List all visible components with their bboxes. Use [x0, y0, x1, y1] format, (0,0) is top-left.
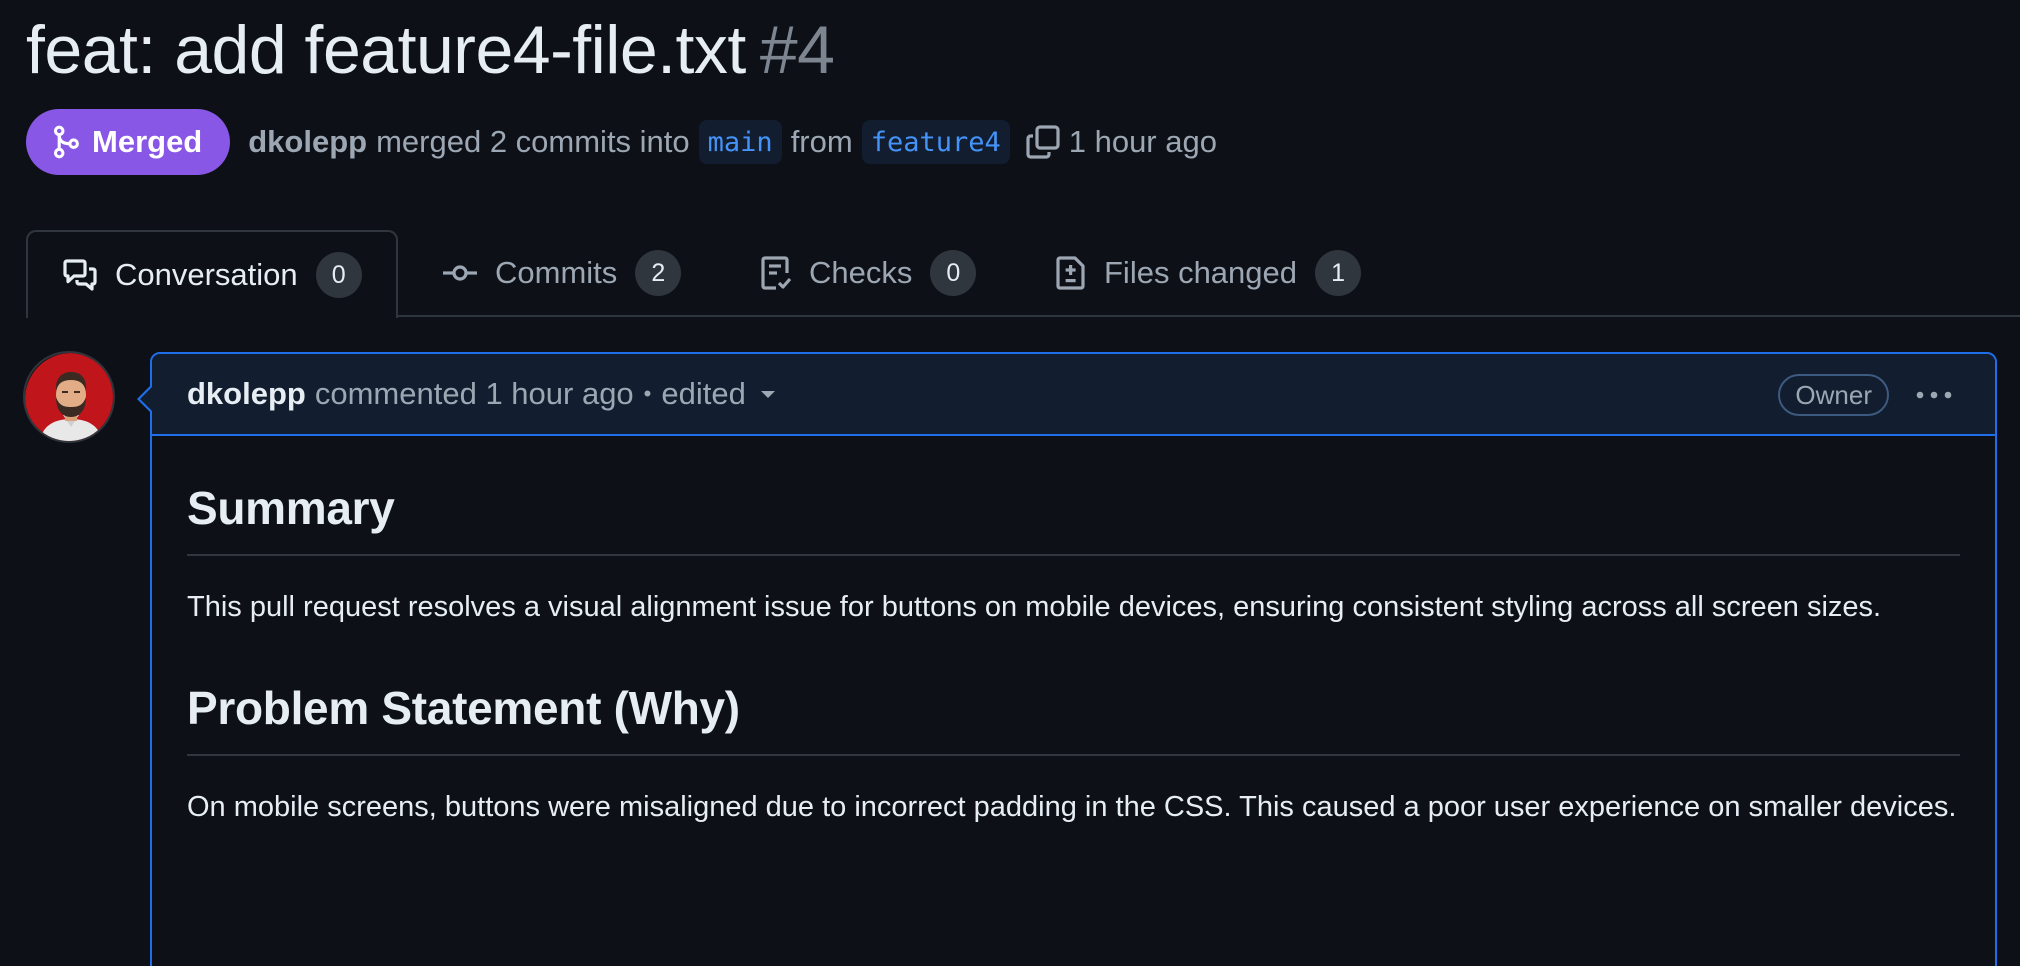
- comment-discussion-icon: [63, 259, 97, 291]
- git-merge-icon: [53, 125, 79, 159]
- comment-action: commented: [314, 376, 477, 411]
- pr-author-link[interactable]: dkolepp: [248, 124, 367, 160]
- kebab-menu-icon[interactable]: [1915, 378, 1953, 412]
- pr-title-text: feat: add feature4-file.txt: [26, 12, 746, 88]
- tab-checks-count: 0: [930, 250, 977, 296]
- comment-body: Summary This pull request resolves a vis…: [187, 436, 1960, 830]
- section-text-summary: This pull request resolves a visual alig…: [187, 591, 1882, 623]
- pr-number: #4: [759, 12, 835, 88]
- owner-badge: Owner: [1778, 374, 1889, 416]
- comment-header: dkolepp commented 1 hour ago • edited Ow…: [152, 354, 1995, 436]
- head-branch-link[interactable]: feature4: [861, 120, 1010, 164]
- base-branch-link[interactable]: main: [698, 120, 782, 164]
- tab-checks-label: Checks: [809, 255, 913, 290]
- from-text: from: [790, 124, 853, 159]
- copy-icon[interactable]: [1025, 124, 1061, 160]
- merged-status-label: Merged: [92, 124, 203, 159]
- tab-commits-count: 2: [635, 250, 682, 296]
- git-commit-icon: [443, 265, 477, 281]
- tab-files-changed[interactable]: Files changed 1: [1055, 230, 1362, 316]
- comment-time-link[interactable]: 1 hour ago: [485, 376, 633, 412]
- tab-files-changed-count: 1: [1315, 250, 1362, 296]
- tab-commits-label: Commits: [495, 255, 618, 290]
- pr-title: feat: add feature4-file.txt #4: [26, 6, 835, 94]
- tab-checks[interactable]: Checks 0: [760, 230, 977, 316]
- pr-merged-time: 1 hour ago: [1068, 124, 1217, 159]
- pr-meta-row: Merged dkolepp merged 2 commits into mai…: [26, 109, 1217, 175]
- tab-files-changed-label: Files changed: [1104, 255, 1298, 290]
- tab-conversation-count: 0: [315, 252, 362, 298]
- pull-request-page: feat: add feature4-file.txt #4 Merged dko…: [0, 0, 2020, 966]
- avatar[interactable]: [23, 351, 115, 443]
- comment-author-link[interactable]: dkolepp: [187, 376, 306, 412]
- edited-dropdown-label[interactable]: edited: [661, 376, 745, 412]
- separator-dot: •: [643, 381, 652, 406]
- merged-status-badge: Merged: [26, 109, 231, 175]
- file-diff-icon: [1056, 256, 1085, 290]
- section-heading-summary: Summary: [187, 478, 1960, 556]
- section-heading-problem: Problem Statement (Why): [187, 678, 1960, 756]
- chevron-down-icon[interactable]: [758, 388, 778, 400]
- checklist-icon: [761, 256, 792, 290]
- tab-conversation[interactable]: Conversation 0: [26, 230, 398, 318]
- comment-pointer-inner: [140, 387, 152, 411]
- tab-commits[interactable]: Commits 2: [442, 230, 682, 316]
- tab-conversation-label: Conversation: [115, 257, 298, 292]
- section-text-problem: On mobile screens, buttons were misalign…: [187, 791, 1957, 823]
- pr-action-text: merged 2 commits into: [376, 124, 690, 159]
- comment-box: dkolepp commented 1 hour ago • edited Ow…: [150, 352, 1997, 966]
